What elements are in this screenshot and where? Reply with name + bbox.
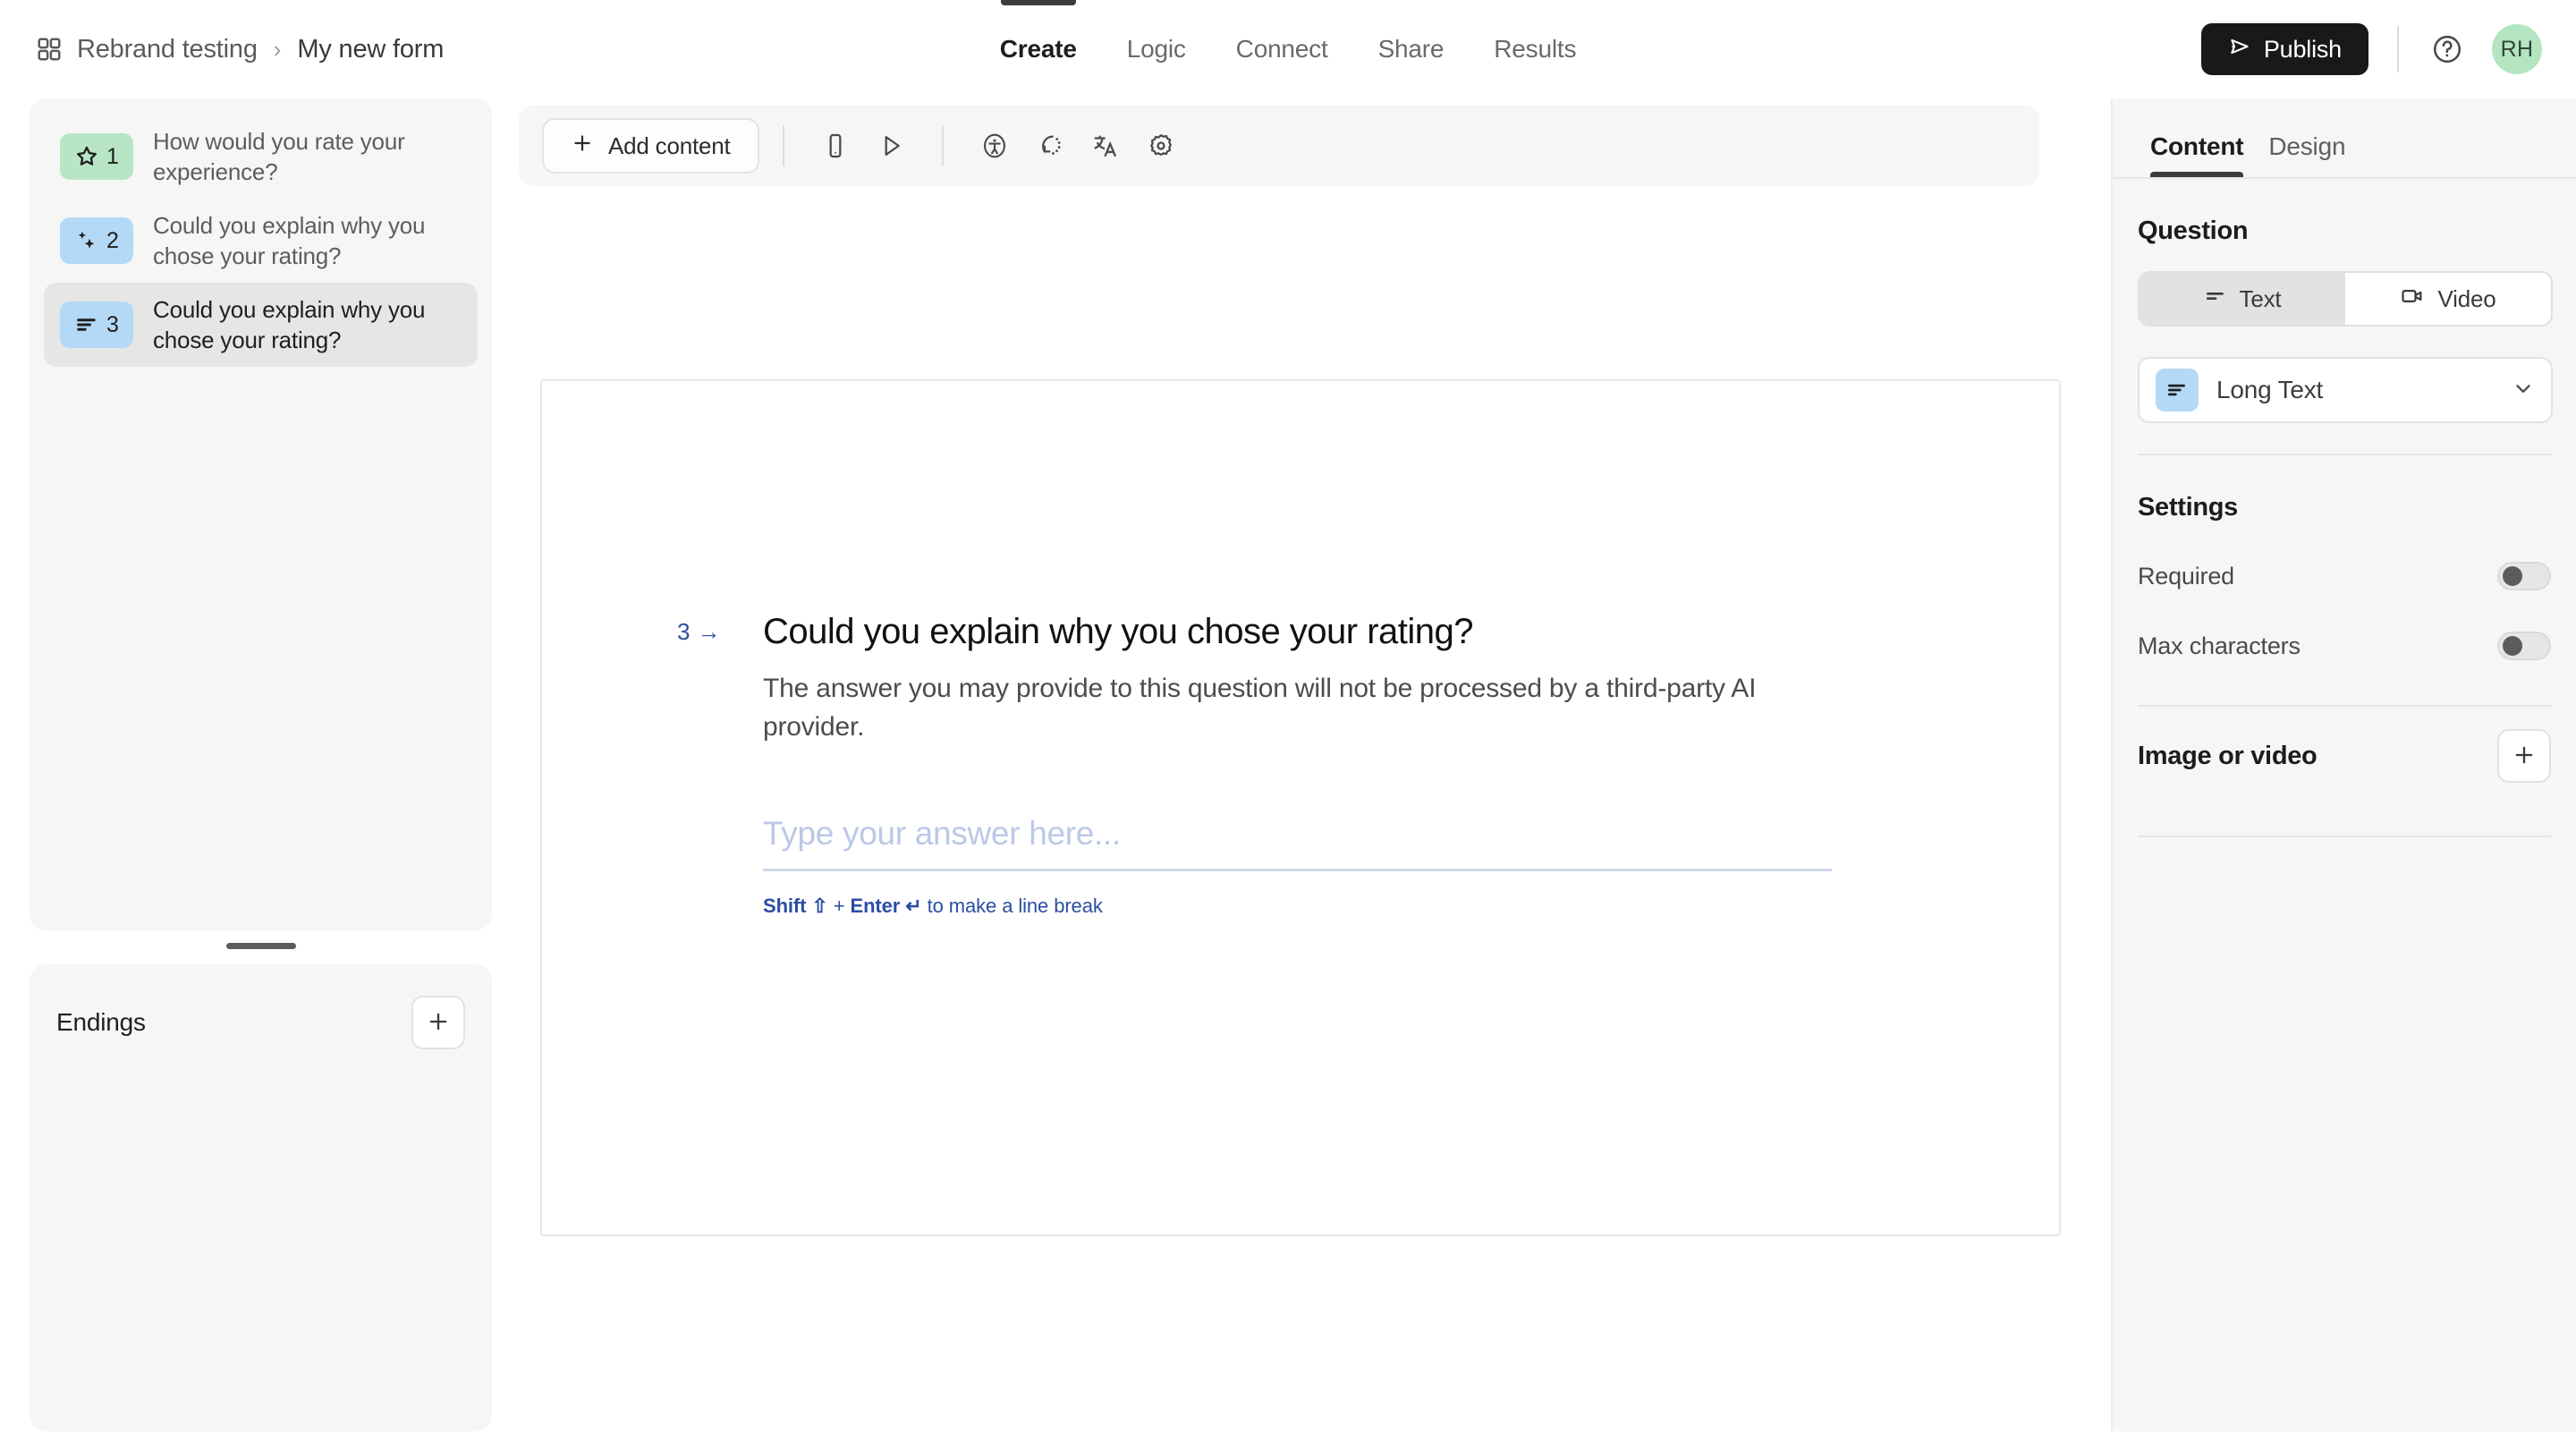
question-badge: 3 <box>60 301 133 348</box>
tab-results[interactable]: Results <box>1469 0 1601 98</box>
settings-section-title: Settings <box>2138 493 2238 522</box>
long-text-icon <box>2156 369 2199 412</box>
grid-icon[interactable] <box>36 36 63 63</box>
publish-button[interactable]: Publish <box>2200 23 2368 75</box>
settings-gear-icon[interactable] <box>1133 118 1189 174</box>
question-block: 3 → Could you explain why you chose your… <box>677 609 1836 918</box>
avatar-initials: RH <box>2500 36 2534 62</box>
setting-row-max-characters: Max characters <box>2138 617 2551 675</box>
tab-content[interactable]: Content <box>2138 132 2256 177</box>
question-badge: 2 <box>60 217 133 264</box>
segment-video[interactable]: Video <box>2345 273 2551 325</box>
form-preview-canvas: 3 → Could you explain why you chose your… <box>540 379 2061 1236</box>
breadcrumb-separator: › <box>273 35 282 63</box>
mobile-preview-icon[interactable] <box>808 118 863 174</box>
properties-tabs: Content Design <box>2113 98 2576 179</box>
endings-header: Endings <box>30 964 492 1081</box>
properties-panel: Content Design Question Text Video Long … <box>2111 98 2576 1431</box>
question-section-title: Question <box>2138 216 2249 245</box>
question-badge: 1 <box>60 133 133 180</box>
plus-icon <box>571 132 594 161</box>
setting-label-max-characters: Max characters <box>2138 632 2301 659</box>
sidebar-item-question-3[interactable]: 3 Could you explain why you chose your r… <box>44 283 478 367</box>
question-index-number: 3 <box>677 618 691 645</box>
add-content-label: Add content <box>608 132 731 159</box>
question-number: 2 <box>106 227 119 253</box>
hint-enter-key: Enter ↵ <box>850 895 922 918</box>
tab-create[interactable]: Create <box>975 0 1102 98</box>
top-right-actions: Publish RH <box>2200 0 2542 98</box>
section-divider <box>2138 454 2551 455</box>
chevron-down-icon <box>2512 377 2535 404</box>
toolbar-divider <box>2397 26 2399 72</box>
sidebar-item-label: Could you explain why you chose your rat… <box>153 211 426 269</box>
sidebar-item-question-1[interactable]: 1 How would you rate your experience? <box>44 115 478 199</box>
segment-text-label: Text <box>2239 284 2282 312</box>
line-break-hint: Shift ⇧ + Enter ↵ to make a line break <box>763 895 1836 918</box>
section-divider <box>2138 836 2551 837</box>
translate-icon[interactable] <box>1078 118 1133 174</box>
toggle-required[interactable] <box>2497 562 2551 590</box>
media-type-segmented-control: Text Video <box>2138 271 2553 327</box>
endings-title: Endings <box>56 1008 146 1036</box>
sparkles-icon <box>74 228 99 253</box>
segment-video-label: Video <box>2437 284 2496 312</box>
tab-connect[interactable]: Connect <box>1211 0 1353 98</box>
tab-share[interactable]: Share <box>1353 0 1470 98</box>
plus-icon <box>426 1009 451 1037</box>
add-ending-button[interactable] <box>411 996 465 1049</box>
toolbar-divider <box>941 125 944 166</box>
tab-design[interactable]: Design <box>2256 132 2358 177</box>
image-or-video-label: Image or video <box>2138 741 2318 770</box>
questions-panel: 1 How would you rate your experience? 2 … <box>30 98 492 930</box>
recall-icon[interactable] <box>1022 118 1078 174</box>
send-icon <box>2228 35 2251 64</box>
star-icon <box>74 144 99 169</box>
sidebar-resize-handle[interactable] <box>30 934 492 957</box>
tab-logic[interactable]: Logic <box>1102 0 1211 98</box>
hint-plus: + <box>827 895 851 918</box>
question-number: 3 <box>106 311 119 337</box>
plus-icon <box>2512 742 2537 770</box>
question-description[interactable]: The answer you may provide to this quest… <box>763 670 1832 746</box>
image-or-video-row: Image or video <box>2138 707 2551 805</box>
avatar[interactable]: RH <box>2492 24 2542 74</box>
content-toolbar: Add content <box>519 106 2039 186</box>
text-lines-icon <box>2204 284 2227 314</box>
question-number: 1 <box>106 143 119 169</box>
play-preview-icon[interactable] <box>863 118 919 174</box>
sidebar-item-label: Could you explain why you chose your rat… <box>153 295 426 353</box>
breadcrumb: Rebrand testing › My new form <box>36 0 444 98</box>
segment-text[interactable]: Text <box>2140 273 2345 325</box>
question-type-label: Long Text <box>2216 376 2324 403</box>
toggle-max-characters[interactable] <box>2497 632 2551 660</box>
breadcrumb-workspace[interactable]: Rebrand testing <box>77 35 258 64</box>
hint-text: to make a line break <box>921 895 1103 918</box>
endings-panel: Endings <box>30 964 492 1431</box>
setting-label-required: Required <box>2138 562 2234 590</box>
question-title[interactable]: Could you explain why you chose your rat… <box>763 609 1836 654</box>
setting-row-required: Required <box>2138 547 2551 605</box>
video-camera-icon <box>2400 284 2425 315</box>
help-circle-icon[interactable] <box>2428 30 2467 69</box>
question-index: 3 → <box>677 618 720 646</box>
add-content-button[interactable]: Add content <box>542 118 759 174</box>
arrow-right-icon: → <box>697 618 721 645</box>
accessibility-icon[interactable] <box>967 118 1022 174</box>
add-image-or-video-button[interactable] <box>2497 729 2551 783</box>
breadcrumb-form-name[interactable]: My new form <box>297 35 444 64</box>
long-text-icon <box>74 312 99 337</box>
sidebar-item-question-2[interactable]: 2 Could you explain why you chose your r… <box>44 199 478 283</box>
hint-shift-key: Shift ⇧ <box>763 895 828 918</box>
sidebar-item-label: How would you rate your experience? <box>153 127 405 185</box>
top-bar: Rebrand testing › My new form Create Log… <box>0 0 2576 98</box>
answer-input[interactable] <box>763 807 1832 872</box>
question-type-select[interactable]: Long Text <box>2138 357 2553 423</box>
properties-body: Question Text Video Long Text Settings R… <box>2113 216 2576 837</box>
toolbar-divider <box>782 125 784 166</box>
publish-label: Publish <box>2263 35 2342 63</box>
